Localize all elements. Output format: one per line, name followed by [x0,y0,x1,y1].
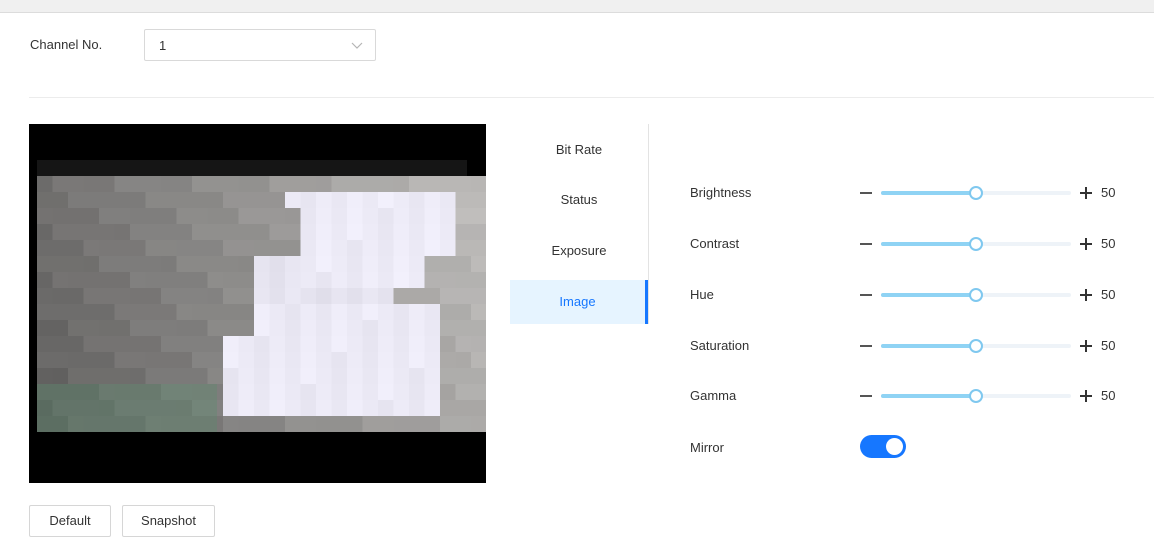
gamma-slider-fill [881,394,976,398]
saturation-slider-handle[interactable] [969,339,983,353]
video-frame-image [29,124,486,483]
brightness-slider-fill [881,191,976,195]
hue-slider-fill [881,293,976,297]
gamma-slider-handle[interactable] [969,389,983,403]
gamma-value: 50 [1101,388,1116,403]
contrast-slider[interactable] [881,237,1071,251]
minus-icon[interactable] [860,395,872,397]
plus-icon[interactable] [1080,390,1092,402]
snapshot-button[interactable]: Snapshot [122,505,215,537]
settings-tabs: Bit Rate Status Exposure Image [510,124,649,324]
channel-select-value: 1 [159,38,167,53]
mirror-toggle[interactable] [860,435,906,458]
video-preview [29,124,486,483]
mirror-label: Mirror [690,440,724,455]
top-bar [0,0,1154,13]
channel-select[interactable]: 1 [144,29,376,61]
tab-exposure[interactable]: Exposure [510,229,648,273]
gamma-label: Gamma [690,388,737,403]
default-button[interactable]: Default [29,505,111,537]
saturation-label: Saturation [690,338,750,353]
tab-image[interactable]: Image [510,280,648,324]
plus-icon[interactable] [1080,289,1092,301]
hue-label: Hue [690,287,714,302]
minus-icon[interactable] [860,192,872,194]
tab-status[interactable]: Status [510,178,648,222]
tab-bit-rate[interactable]: Bit Rate [510,128,648,172]
gamma-slider[interactable] [881,389,1071,403]
minus-icon[interactable] [860,294,872,296]
brightness-label: Brightness [690,185,752,200]
chevron-down-icon [351,39,363,54]
plus-icon[interactable] [1080,187,1092,199]
brightness-slider-handle[interactable] [969,186,983,200]
plus-icon[interactable] [1080,340,1092,352]
saturation-slider-fill [881,344,976,348]
plus-icon[interactable] [1080,238,1092,250]
divider [29,97,1154,98]
mirror-toggle-knob [886,438,903,455]
minus-icon[interactable] [860,345,872,347]
hue-slider-handle[interactable] [969,288,983,302]
saturation-value: 50 [1101,338,1116,353]
contrast-value: 50 [1101,236,1116,251]
hue-value: 50 [1101,287,1116,302]
saturation-slider[interactable] [881,339,1071,353]
contrast-slider-fill [881,242,976,246]
minus-icon[interactable] [860,243,872,245]
channel-label: Channel No. [30,37,103,52]
hue-slider[interactable] [881,288,1071,302]
brightness-slider[interactable] [881,186,1071,200]
contrast-slider-handle[interactable] [969,237,983,251]
contrast-label: Contrast [690,236,740,251]
brightness-value: 50 [1101,185,1116,200]
